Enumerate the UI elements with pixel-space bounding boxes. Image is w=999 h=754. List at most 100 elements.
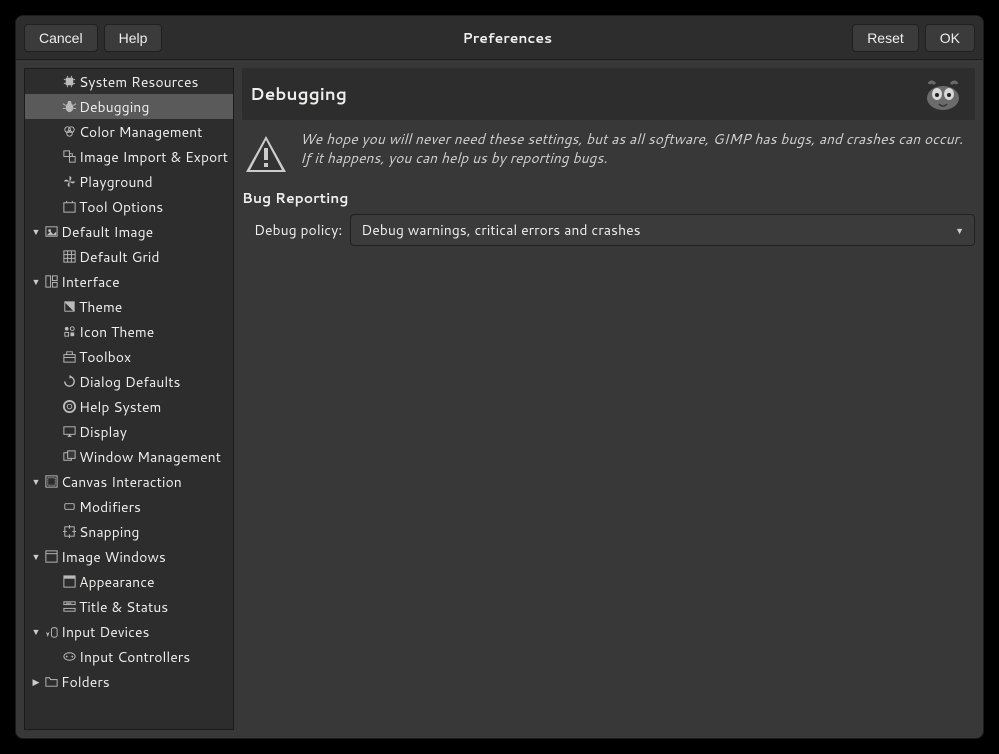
ok-button[interactable]: OK <box>925 24 975 52</box>
tree-item-toolbox[interactable]: Toolbox <box>25 344 233 369</box>
tree-item-playground[interactable]: Playground <box>25 169 233 194</box>
tree-item-debugging[interactable]: Debugging <box>25 94 233 119</box>
snap-icon <box>61 524 77 540</box>
info-banner: We hope you will never need these settin… <box>242 126 975 188</box>
tree-item-theme[interactable]: Theme <box>25 294 233 319</box>
tree-item-label: Input Devices <box>61 622 149 642</box>
key-icon <box>61 499 77 515</box>
tree-item-interface[interactable]: ▼ Interface <box>25 269 233 294</box>
tree-item-label: Appearance <box>79 572 155 592</box>
tree-item-default-grid[interactable]: Default Grid <box>25 244 233 269</box>
canvas-icon <box>43 474 59 490</box>
expander-open-icon[interactable]: ▼ <box>29 275 43 288</box>
tree-item-image-import-export[interactable]: Image Import & Export <box>25 144 233 169</box>
gimp-logo-icon <box>919 70 967 118</box>
tree-item-label: Image Import & Export <box>79 147 228 167</box>
tree-item-display[interactable]: Display <box>25 419 233 444</box>
content-area: System Resources Debugging Color Managemen… <box>16 60 983 738</box>
tree-item-help-system[interactable]: Help System <box>25 394 233 419</box>
grid-icon <box>61 249 77 265</box>
display-icon <box>61 424 77 440</box>
tree-item-title-status[interactable]: Title & Status <box>25 594 233 619</box>
theme-icon <box>61 299 77 315</box>
tree-item-label: Canvas Interaction <box>61 472 182 492</box>
tree-item-label: Interface <box>61 272 120 292</box>
tree-item-dialog-defaults[interactable]: Dialog Defaults <box>25 369 233 394</box>
appearance-icon <box>61 574 77 590</box>
windows-icon <box>61 449 77 465</box>
warning-icon <box>242 130 290 178</box>
controller-icon <box>61 649 77 665</box>
imgwin-icon <box>43 549 59 565</box>
tree-item-modifiers[interactable]: Modifiers <box>25 494 233 519</box>
tree-item-window-management[interactable]: Window Management <box>25 444 233 469</box>
circles-icon <box>61 124 77 140</box>
tree-item-label: Window Management <box>79 447 221 467</box>
cancel-button[interactable]: Cancel <box>24 24 98 52</box>
interface-icon <box>43 274 59 290</box>
window-title: Preferences <box>162 28 852 48</box>
tree-item-canvas-interaction[interactable]: ▼ Canvas Interaction <box>25 469 233 494</box>
debug-policy-row: Debug policy: Debug warnings, critical e… <box>242 214 975 246</box>
expander-open-icon[interactable]: ▼ <box>29 550 43 563</box>
tree-item-label: Help System <box>79 397 161 417</box>
chevron-down-icon: ▼ <box>955 224 964 237</box>
tree-item-image-windows[interactable]: ▼ Image Windows <box>25 544 233 569</box>
reset-button[interactable]: Reset <box>852 24 919 52</box>
toolbox-icon <box>61 349 77 365</box>
tree-item-label: Display <box>79 422 127 442</box>
tree-item-label: Dialog Defaults <box>79 372 180 392</box>
category-tree[interactable]: System Resources Debugging Color Managemen… <box>24 68 234 730</box>
bug-icon <box>61 99 77 115</box>
tree-item-input-controllers[interactable]: Input Controllers <box>25 644 233 669</box>
expander-open-icon[interactable]: ▼ <box>29 475 43 488</box>
tree-item-label: Playground <box>79 172 153 192</box>
tree-item-label: Snapping <box>79 522 139 542</box>
tree-item-icon-theme[interactable]: Icon Theme <box>25 319 233 344</box>
help-icon <box>61 399 77 415</box>
tree-item-default-image[interactable]: ▼ Default Image <box>25 219 233 244</box>
title-icon <box>61 599 77 615</box>
tree-item-label: Default Image <box>61 222 153 242</box>
transfer-icon <box>61 149 77 165</box>
tree-item-snapping[interactable]: Snapping <box>25 519 233 544</box>
tree-item-label: Debugging <box>79 97 149 117</box>
tree-item-label: Default Grid <box>79 247 160 267</box>
refresh-icon <box>61 374 77 390</box>
tree-item-label: Modifiers <box>79 497 141 517</box>
tree-item-label: Tool Options <box>79 197 163 217</box>
panel-title: Debugging <box>250 82 919 106</box>
expander-open-icon[interactable]: ▼ <box>29 225 43 238</box>
tree-item-appearance[interactable]: Appearance <box>25 569 233 594</box>
titlebar: Cancel Help Preferences Reset OK <box>16 16 983 60</box>
tree-item-label: Theme <box>79 297 122 317</box>
debug-policy-combo[interactable]: Debug warnings, critical errors and cras… <box>350 214 975 246</box>
info-text: We hope you will never need these settin… <box>300 130 975 168</box>
expander-closed-icon[interactable]: ▶ <box>29 675 43 688</box>
panel-header: Debugging <box>242 68 975 120</box>
tree-item-system-resources[interactable]: System Resources <box>25 69 233 94</box>
tools-icon <box>61 199 77 215</box>
expander-open-icon[interactable]: ▼ <box>29 625 43 638</box>
debug-policy-value: Debug warnings, critical errors and cras… <box>361 220 640 240</box>
tree-item-label: Folders <box>61 672 110 692</box>
icontheme-icon <box>61 324 77 340</box>
debug-policy-label: Debug policy: <box>254 220 342 240</box>
help-button[interactable]: Help <box>104 24 163 52</box>
pinwheel-icon <box>61 174 77 190</box>
tree-item-color-management[interactable]: Color Management <box>25 119 233 144</box>
tree-item-label: System Resources <box>79 72 198 92</box>
tree-item-label: Input Controllers <box>79 647 190 667</box>
tree-item-label: Title & Status <box>79 597 168 617</box>
tree-item-label: Toolbox <box>79 347 131 367</box>
tree-item-folders[interactable]: ▶ Folders <box>25 669 233 694</box>
tree-item-label: Icon Theme <box>79 322 154 342</box>
input-icon <box>43 624 59 640</box>
tree-item-tool-options[interactable]: Tool Options <box>25 194 233 219</box>
chip-icon <box>61 74 77 90</box>
tree-item-input-devices[interactable]: ▼ Input Devices <box>25 619 233 644</box>
tree-item-label: Color Management <box>79 122 202 142</box>
image-icon <box>43 224 59 240</box>
section-bug-reporting: Bug Reporting <box>242 188 975 208</box>
tree-item-label: Image Windows <box>61 547 166 567</box>
